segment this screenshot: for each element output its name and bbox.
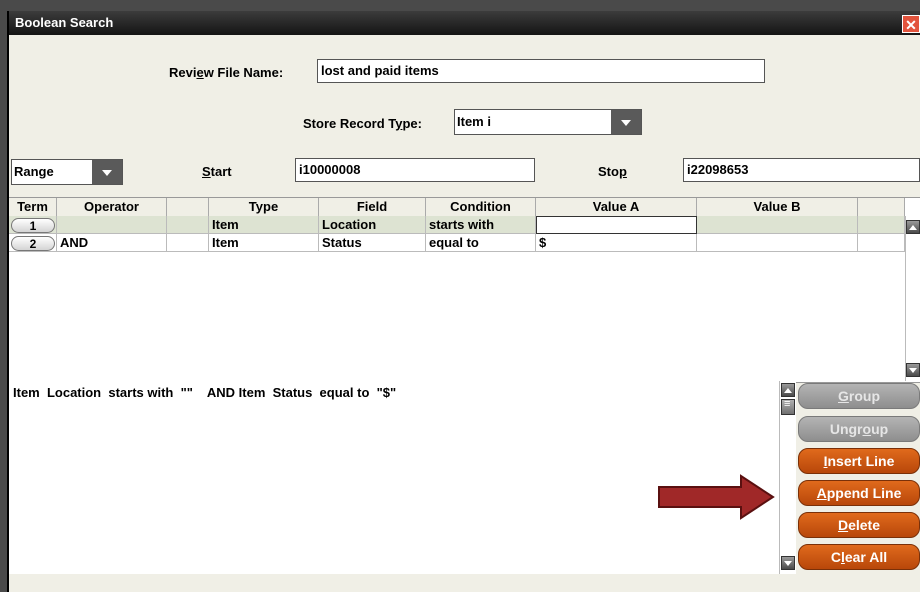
title-bar: Boolean Search ✕ — [9, 11, 920, 35]
query-text: Item Location starts with "" AND Item St… — [13, 385, 397, 400]
insert-line-button[interactable]: Insert Line — [798, 448, 920, 474]
term-number-button[interactable]: 2 — [11, 236, 55, 251]
type-cell[interactable]: Item — [209, 216, 319, 234]
annotation-arrow-icon — [658, 474, 775, 520]
chevron-down-icon[interactable] — [92, 160, 122, 184]
boolean-search-window: Boolean Search ✕ Review File Name: lost … — [7, 11, 920, 592]
value-b-cell[interactable] — [697, 234, 858, 252]
scroll-down-icon[interactable] — [906, 363, 920, 377]
ungroup-button[interactable]: Ungroup — [798, 416, 920, 442]
value-a-input[interactable] — [536, 216, 697, 234]
group-button[interactable]: Group — [798, 383, 920, 409]
store-record-type-value: Item i — [457, 114, 491, 129]
operator-cell[interactable] — [57, 216, 167, 234]
col-header-type: Type — [209, 198, 319, 216]
scroll-up-icon[interactable] — [781, 383, 795, 397]
scroll-up-icon[interactable] — [906, 220, 920, 234]
query-scrollbar[interactable] — [779, 381, 796, 574]
review-file-name-label: Review File Name: — [169, 65, 284, 80]
value-b-cell[interactable] — [697, 216, 858, 234]
group-cell[interactable] — [167, 234, 209, 252]
range-mode-select[interactable]: Range — [11, 159, 123, 185]
scroll-down-icon[interactable] — [781, 556, 795, 570]
field-cell[interactable]: Location — [319, 216, 426, 234]
operator-cell[interactable]: AND — [57, 234, 167, 252]
condition-cell[interactable]: starts with — [426, 216, 536, 234]
clear-all-button[interactable]: Clear All — [798, 544, 920, 570]
field-cell[interactable]: Status — [319, 234, 426, 252]
table-scrollbar[interactable] — [905, 216, 920, 381]
store-record-type-select[interactable]: Item i — [454, 109, 642, 135]
scroll-thumb[interactable] — [781, 398, 795, 415]
range-stop-input[interactable]: i22098653 — [683, 158, 920, 182]
store-record-type-label: Store Record Type: — [303, 116, 422, 131]
extra-cell — [858, 234, 905, 252]
col-header-blank — [167, 198, 209, 216]
close-icon[interactable]: ✕ — [902, 15, 920, 33]
col-header-term: Term — [9, 198, 57, 216]
chevron-down-icon[interactable] — [611, 110, 641, 134]
delete-button[interactable]: Delete — [798, 512, 920, 538]
col-header-value-a: Value A — [536, 198, 697, 216]
start-label: Start — [202, 164, 232, 179]
extra-cell — [858, 216, 905, 234]
review-file-name-input[interactable]: lost and paid items — [317, 59, 765, 83]
col-header-value-b: Value B — [697, 198, 858, 216]
window-title: Boolean Search — [15, 15, 114, 30]
col-header-operator: Operator — [57, 198, 167, 216]
value-a-cell[interactable]: $ — [536, 234, 697, 252]
type-cell[interactable]: Item — [209, 234, 319, 252]
range-start-input[interactable]: i10000008 — [295, 158, 535, 182]
condition-cell[interactable]: equal to — [426, 234, 536, 252]
group-cell[interactable] — [167, 216, 209, 234]
range-mode-value: Range — [14, 164, 54, 179]
stop-label: Stop — [598, 164, 627, 179]
term-number-button[interactable]: 1 — [11, 218, 55, 233]
col-header-field: Field — [319, 198, 426, 216]
append-line-button[interactable]: Append Line — [798, 480, 920, 506]
col-header-condition: Condition — [426, 198, 536, 216]
col-header-extra — [858, 198, 905, 216]
